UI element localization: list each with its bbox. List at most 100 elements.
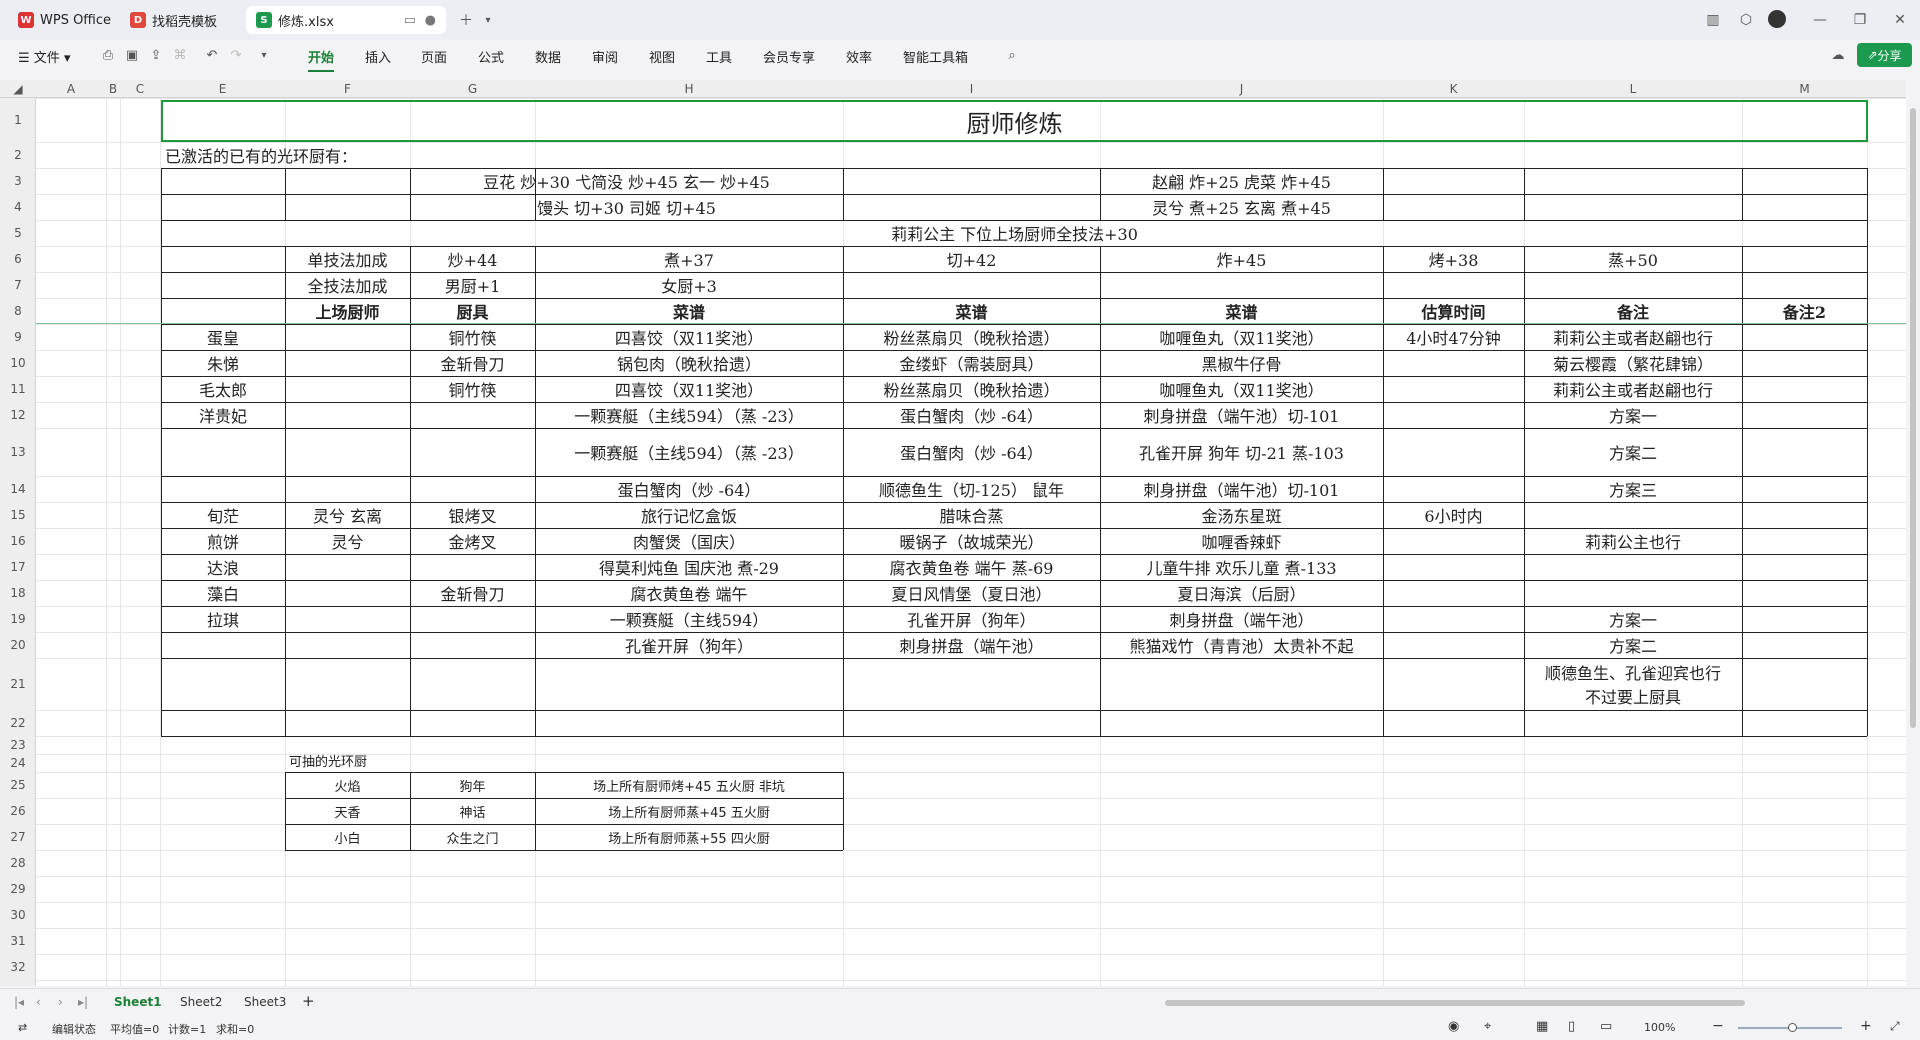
restore-icon[interactable]: ❐	[1850, 10, 1870, 30]
col-a[interactable]: A	[36, 80, 106, 98]
search-icon[interactable]: ⌕	[1004, 47, 1020, 63]
table-cell[interactable]	[161, 428, 285, 476]
row-header[interactable]: 32	[0, 954, 36, 980]
table-cell[interactable]: 方案一	[1524, 402, 1742, 428]
table-cell[interactable]: 方案二	[1524, 632, 1742, 658]
table-cell[interactable]: 菊云樱霞（繁花肆锦）	[1524, 350, 1742, 376]
row-header[interactable]: 1	[0, 98, 36, 142]
skill-bonus-cell[interactable]: 煮+37	[535, 246, 843, 272]
cell-r5[interactable]: 莉莉公主 下位上场厨师全技法+30	[161, 220, 1868, 246]
next-sheet-icon[interactable]: ›	[58, 995, 63, 1009]
page-layout-icon[interactable]: ▯	[1568, 1019, 1575, 1034]
table-cell[interactable]	[1383, 350, 1524, 376]
sheet-tab-2[interactable]: Sheet2	[180, 995, 222, 1009]
table-cell[interactable]	[1383, 428, 1524, 476]
col-k[interactable]: K	[1383, 80, 1524, 98]
table-cell[interactable]: 金汤东星斑	[1100, 502, 1383, 528]
new-tab-icon[interactable]: ＋	[456, 10, 476, 30]
cell-r24[interactable]: 可抽的光环厨	[285, 750, 485, 770]
table-header-cell[interactable]: 菜谱	[843, 298, 1100, 324]
row-header[interactable]: 14	[0, 476, 36, 502]
table-cell[interactable]: 方案一	[1524, 606, 1742, 632]
zoom-slider-thumb[interactable]	[1788, 1023, 1797, 1032]
col-e[interactable]: E	[160, 80, 285, 98]
table-cell[interactable]: 拉琪	[161, 606, 285, 632]
row-header[interactable]: 25	[0, 772, 36, 798]
row-header[interactable]: 29	[0, 876, 36, 902]
row-header[interactable]: 12	[0, 402, 36, 428]
minimize-icon[interactable]: —	[1810, 10, 1830, 30]
table-cell[interactable]: 咖喱香辣虾	[1100, 528, 1383, 554]
table-cell[interactable]: 熊猫戏竹（青青池）太贵补不起	[1100, 632, 1383, 658]
table-cell[interactable]	[1383, 554, 1524, 580]
table-cell[interactable]	[1383, 476, 1524, 502]
row-header[interactable]: 15	[0, 502, 36, 528]
table-cell[interactable]	[410, 632, 535, 658]
row-header[interactable]: 19	[0, 606, 36, 632]
table-cell[interactable]	[285, 580, 410, 606]
table-cell[interactable]: 莉莉公主或者赵翩也行	[1524, 376, 1742, 402]
table-cell[interactable]: 4小时47分钟	[1383, 324, 1524, 350]
col-l[interactable]: L	[1524, 80, 1742, 98]
normal-view-icon[interactable]: ▦	[1536, 1019, 1548, 1034]
file-menu[interactable]: ☰ 文件 ▾	[18, 47, 70, 66]
table-cell[interactable]	[1383, 580, 1524, 606]
row-header[interactable]: 11	[0, 376, 36, 402]
menu-data[interactable]: 数据	[535, 47, 561, 66]
cell-r3-j[interactable]: 赵翩 炸+25 虎菜 炸+45	[1100, 168, 1383, 194]
monitor-icon[interactable]: ▭	[404, 13, 416, 28]
table-cell[interactable]: 四喜饺（双11奖池）	[535, 376, 843, 402]
select-all-corner[interactable]: ◢	[0, 80, 36, 98]
male-bonus[interactable]: 男厨+1	[410, 272, 535, 298]
table-cell[interactable]: 煎饼	[161, 528, 285, 554]
table-cell[interactable]	[1383, 606, 1524, 632]
table-cell[interactable]	[1383, 376, 1524, 402]
table-cell[interactable]: 金斩骨刀	[410, 350, 535, 376]
table-cell[interactable]: 藻白	[161, 580, 285, 606]
comment-icon[interactable]: ☁	[1830, 47, 1846, 63]
table-cell[interactable]: 咖喱鱼丸（双11奖池）	[1100, 324, 1383, 350]
row-header[interactable]: 24	[0, 754, 36, 772]
row-header[interactable]: 16	[0, 528, 36, 554]
table-header-cell[interactable]: 上场厨师	[285, 298, 410, 324]
row-header[interactable]: 5	[0, 220, 36, 246]
row-header[interactable]: 17	[0, 554, 36, 580]
row-header[interactable]: 21	[0, 658, 36, 710]
table-cell[interactable]	[285, 402, 410, 428]
row-header[interactable]: 13	[0, 428, 36, 476]
menu-insert[interactable]: 插入	[365, 47, 391, 66]
table-cell[interactable]: 方案三	[1524, 476, 1742, 502]
table-cell[interactable]	[1524, 580, 1742, 606]
table-cell[interactable]	[1383, 528, 1524, 554]
table-cell[interactable]: 孔雀开屏（狗年）	[535, 632, 843, 658]
table-cell[interactable]	[1383, 402, 1524, 428]
redo-icon[interactable]: ↷	[228, 47, 244, 63]
table-cell[interactable]: 一颗赛艇（主线594）（蒸 -23）	[535, 428, 843, 476]
row-header[interactable]: 20	[0, 632, 36, 658]
table-cell[interactable]	[410, 428, 535, 476]
table-cell[interactable]: 夏日海滨（后厨）	[1100, 580, 1383, 606]
menu-member[interactable]: 会员专享	[763, 47, 815, 66]
more-chevron-icon[interactable]: ▾	[256, 47, 272, 63]
fullscreen-icon[interactable]: ⤢	[1890, 1019, 1900, 1034]
table-cell[interactable]: 莉莉公主或者赵翩也行	[1524, 324, 1742, 350]
table-header-cell[interactable]: 菜谱	[1100, 298, 1383, 324]
menu-smart-toolbox[interactable]: 智能工具箱	[903, 47, 968, 66]
menu-tools[interactable]: 工具	[706, 47, 732, 66]
table-cell[interactable]: 金斩骨刀	[410, 580, 535, 606]
table-cell[interactable]: 银烤叉	[410, 502, 535, 528]
zoom-in-icon[interactable]: +	[1860, 1018, 1872, 1034]
table-cell[interactable]	[410, 554, 535, 580]
table-cell[interactable]: 铜竹筷	[410, 376, 535, 402]
table-cell[interactable]: 肉蟹煲（国庆）	[535, 528, 843, 554]
close-icon[interactable]: ✕	[1890, 10, 1910, 30]
table-cell[interactable]: 铜竹筷	[410, 324, 535, 350]
row-header[interactable]: 18	[0, 580, 36, 606]
table-header-cell[interactable]: 菜谱	[535, 298, 843, 324]
all-skill-label[interactable]: 全技法加成	[285, 272, 410, 298]
cube-icon[interactable]: ⬡	[1736, 10, 1756, 30]
tab-docer[interactable]: D 找稻壳模板	[120, 6, 227, 34]
cell-r2[interactable]: 已激活的已有的光环厨有：	[161, 142, 661, 168]
table-cell[interactable]	[1524, 554, 1742, 580]
halo-chef-cell[interactable]: 众生之门	[410, 824, 535, 850]
